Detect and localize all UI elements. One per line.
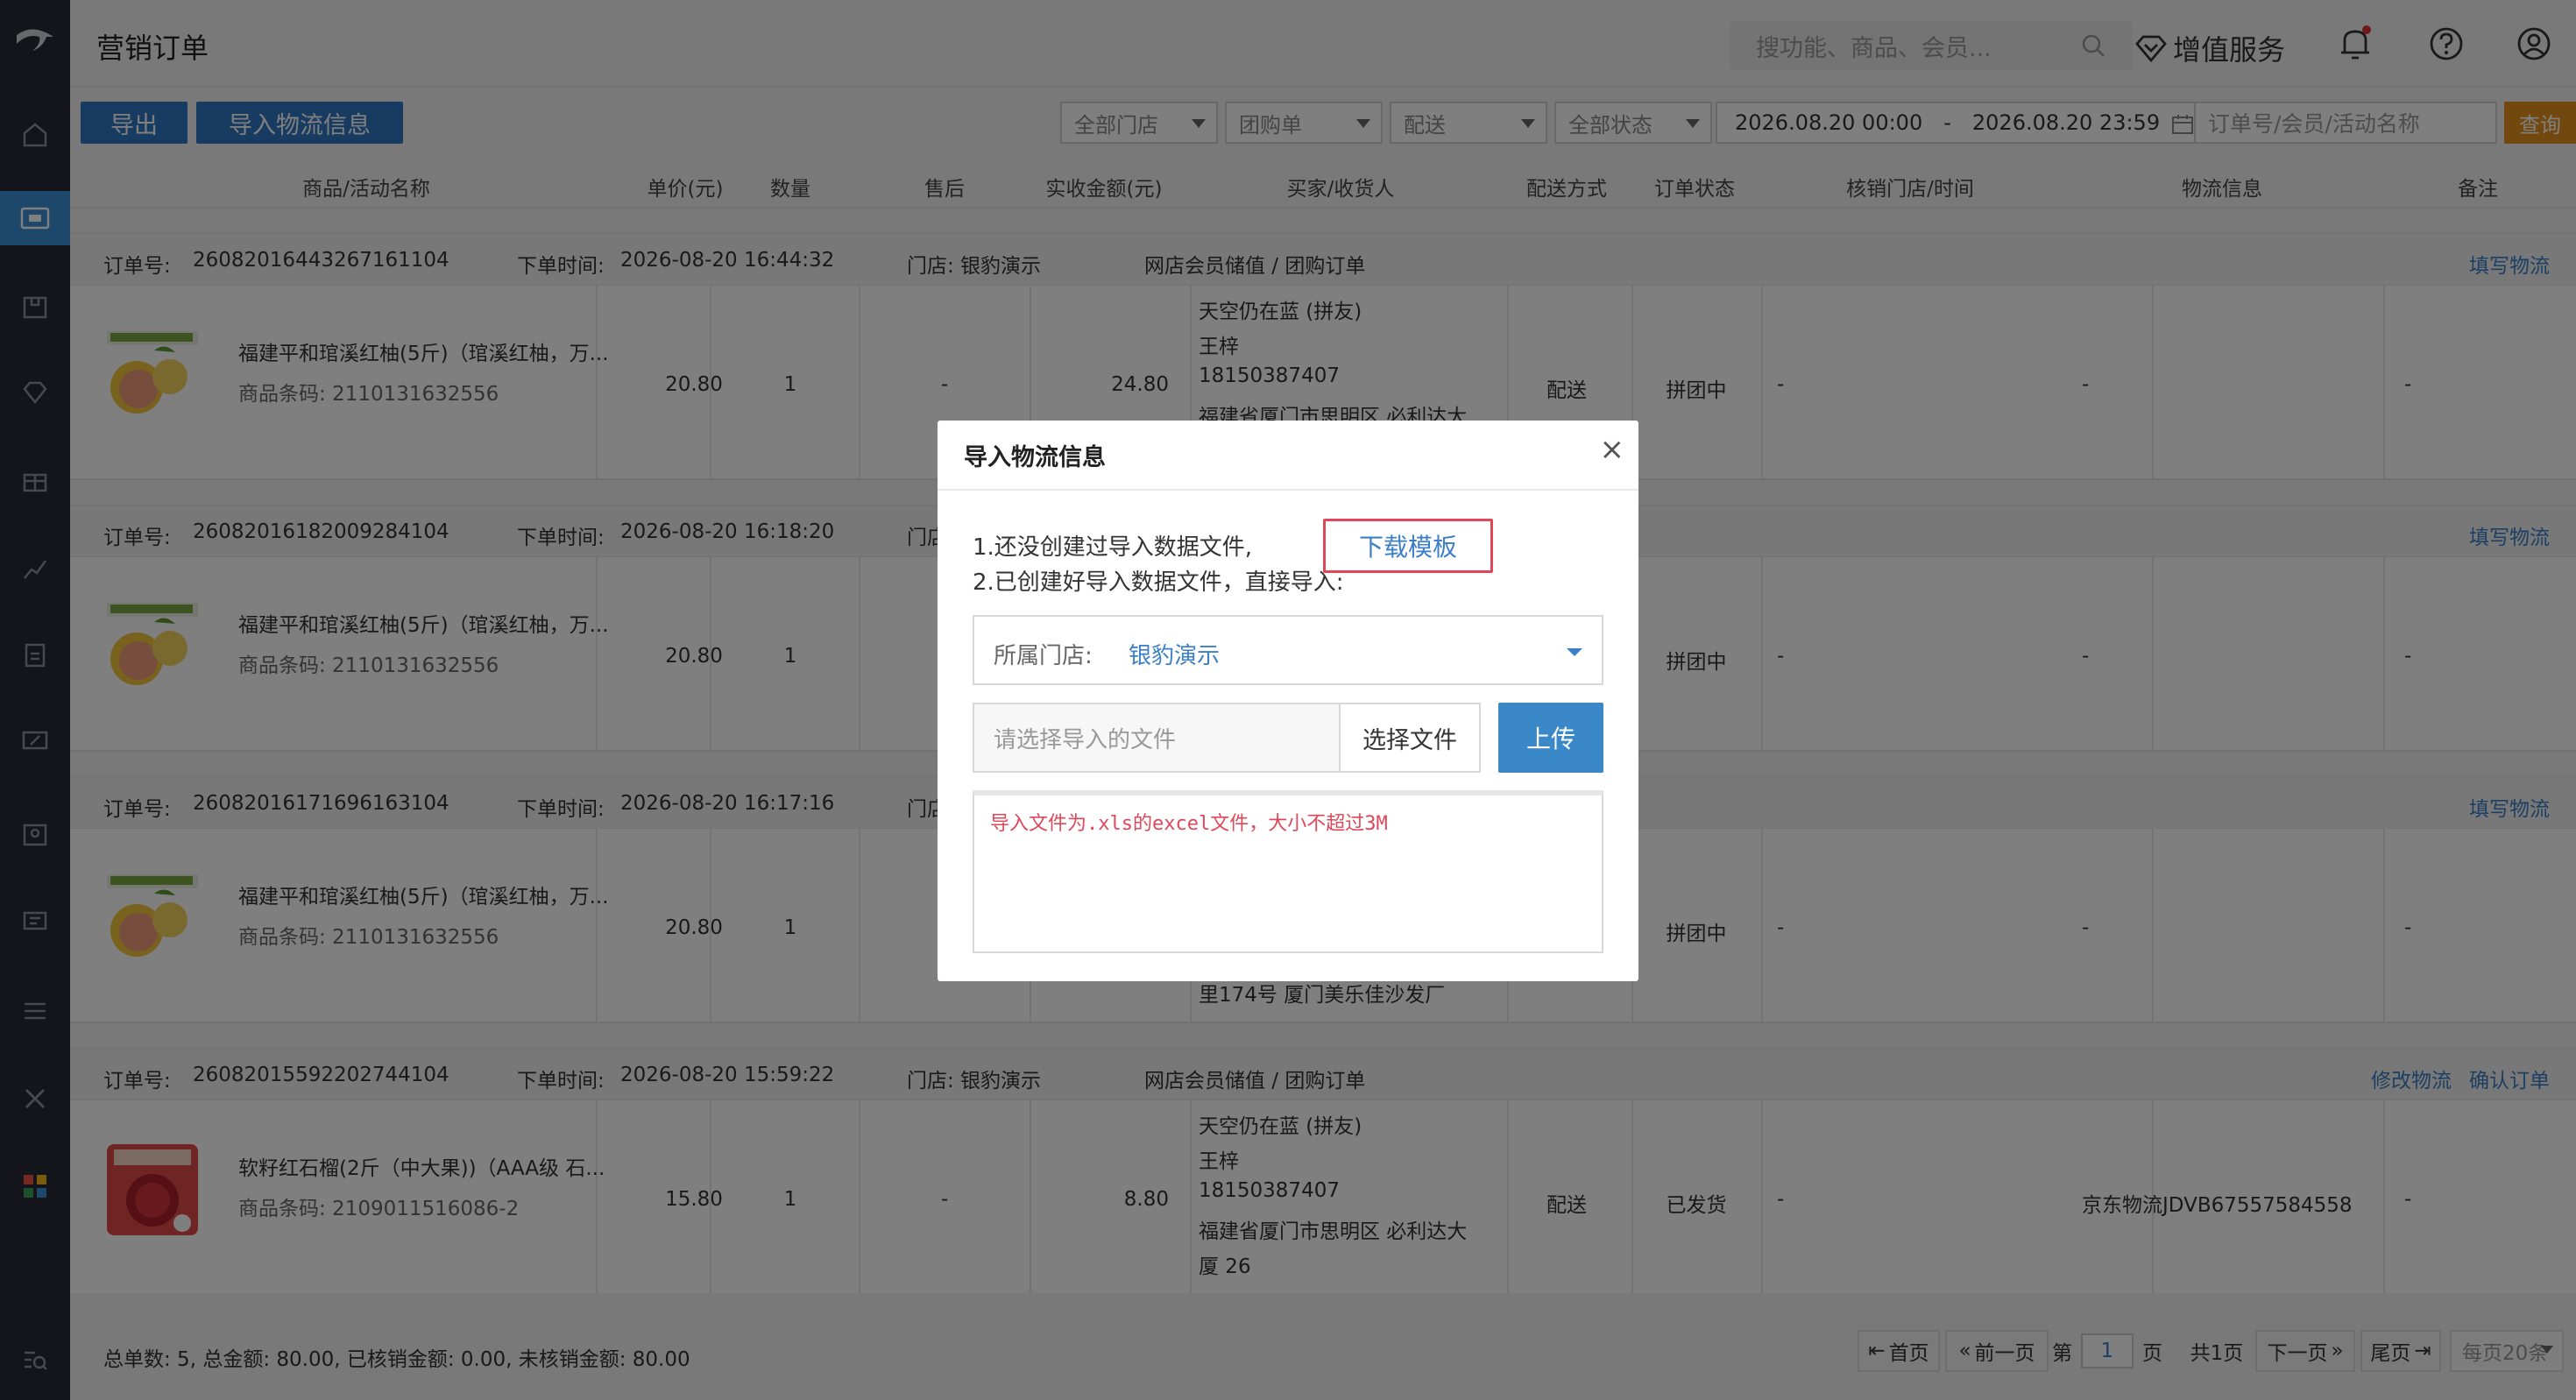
store-select-label: 所属门店:	[994, 643, 1093, 669]
upload-button[interactable]: 上传	[1498, 703, 1603, 773]
dialog-divider	[938, 489, 1638, 491]
download-template-link[interactable]: 下载模板	[1323, 519, 1493, 573]
choose-file-button[interactable]: 选择文件	[1339, 703, 1481, 773]
store-select-value: 银豹演示	[1129, 643, 1221, 669]
import-note: 导入文件为.xls的excel文件，大小不超过3M	[990, 813, 1388, 835]
step-2-text: 2.已创建好导入数据文件，直接导入:	[973, 569, 1344, 596]
import-message-area: 导入文件为.xls的excel文件，大小不超过3M	[973, 790, 1603, 953]
dialog-title: 导入物流信息	[964, 444, 1106, 471]
file-path-input[interactable]: 请选择导入的文件	[973, 703, 1341, 773]
step-1-text: 1.还没创建过导入数据文件,	[973, 534, 1253, 561]
import-logistics-dialog: 导入物流信息 × 1.还没创建过导入数据文件, 下载模板 2.已创建好导入数据文…	[938, 421, 1638, 981]
close-icon[interactable]: ×	[1600, 435, 1625, 464]
store-select[interactable]: 所属门店: 银豹演示	[973, 615, 1603, 685]
chevron-down-icon	[1567, 648, 1582, 656]
